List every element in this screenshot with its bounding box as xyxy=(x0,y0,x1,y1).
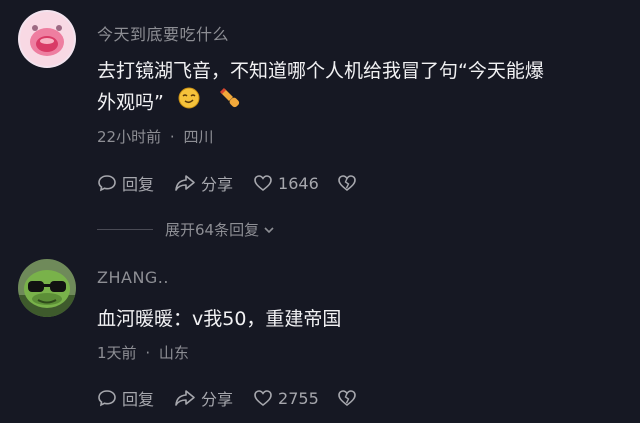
comment-username[interactable]: ZHANG.. xyxy=(97,268,169,287)
share-button[interactable]: 分享 xyxy=(174,171,233,195)
comment-meta: 22小时前 · 四川 xyxy=(97,126,213,147)
meta-separator: · xyxy=(169,128,175,146)
share-icon xyxy=(175,175,195,191)
comment-time: 1天前 xyxy=(97,344,137,362)
reply-label: 回复 xyxy=(122,175,155,194)
comment-text-line: 外观吗” xyxy=(97,91,164,114)
comment-item: 今天到底要吃什么 去打镜湖飞音，不知道哪个人机给我冒了句“今天能爆 外观吗” 2… xyxy=(0,0,640,423)
broken-heart-icon xyxy=(337,175,356,192)
expand-replies-button[interactable]: 展开64条回复 xyxy=(97,219,276,240)
comment-location: 四川 xyxy=(183,128,214,146)
reply-icon xyxy=(98,175,116,192)
heart-icon xyxy=(254,390,272,407)
chevron-down-icon xyxy=(264,226,274,233)
comment-location: 山东 xyxy=(158,344,189,362)
comment-text: 去打镜湖飞音，不知道哪个人机给我冒了句“今天能爆 外观吗” xyxy=(97,56,622,119)
meta-separator: · xyxy=(145,344,151,362)
comment-text: 血河暖暖：v我50，重建帝国 xyxy=(97,308,342,330)
avatar[interactable] xyxy=(18,10,76,68)
dislike-button[interactable] xyxy=(337,173,362,193)
heart-icon xyxy=(254,175,272,192)
comment-actions: 回复 分享 2755 xyxy=(97,386,382,410)
like-count: 1646 xyxy=(278,173,319,193)
reply-button[interactable]: 回复 xyxy=(97,171,154,195)
dislike-button[interactable] xyxy=(337,388,362,408)
share-label: 分享 xyxy=(201,175,234,194)
like-count: 2755 xyxy=(278,388,319,408)
comment-text-line: 去打镜湖飞音，不知道哪个人机给我冒了句“今天能爆 xyxy=(97,60,544,82)
divider xyxy=(97,229,153,230)
broken-heart-icon xyxy=(337,390,356,407)
share-button[interactable]: 分享 xyxy=(174,386,233,410)
expand-replies-label: 展开64条回复 xyxy=(165,221,260,239)
reply-button[interactable]: 回复 xyxy=(97,386,154,410)
like-button[interactable]: 2755 xyxy=(253,388,319,408)
avatar[interactable] xyxy=(18,259,76,317)
comment-meta: 1天前 · 山东 xyxy=(97,342,189,363)
share-icon xyxy=(175,390,195,406)
like-button[interactable]: 1646 xyxy=(253,173,319,193)
smirk-face-icon xyxy=(178,87,200,119)
reply-icon xyxy=(98,390,116,407)
share-label: 分享 xyxy=(201,390,234,409)
pointing-hand-icon xyxy=(218,87,242,119)
comment-time: 22小时前 xyxy=(97,128,162,146)
comment-actions: 回复 分享 1646 xyxy=(97,171,382,195)
reply-label: 回复 xyxy=(122,390,155,409)
comment-text-line-2: 外观吗” xyxy=(97,87,622,119)
comment-username[interactable]: 今天到底要吃什么 xyxy=(97,21,229,45)
